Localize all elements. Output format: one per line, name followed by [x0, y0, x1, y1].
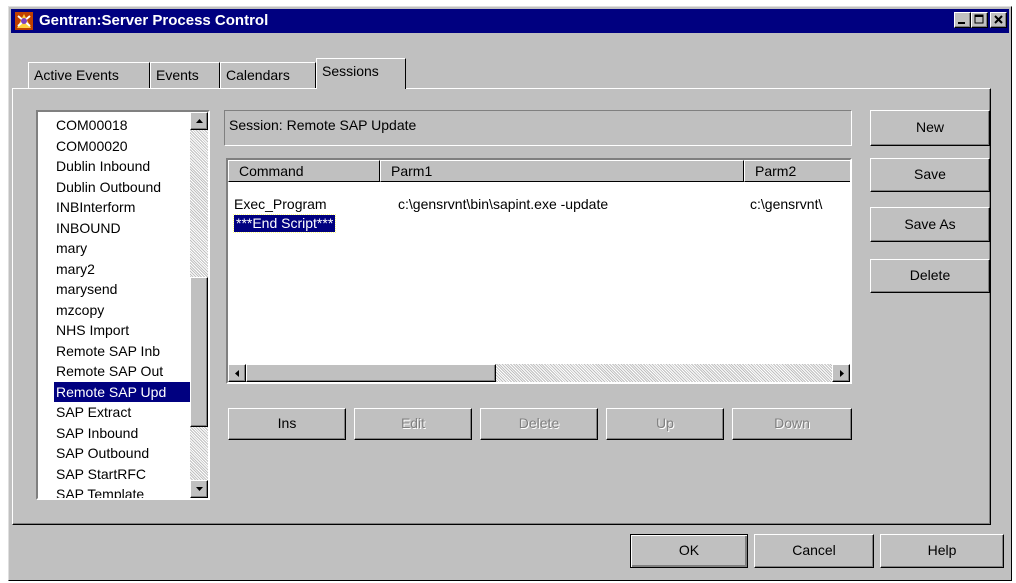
arrow-left-icon	[235, 370, 239, 377]
session-list-item[interactable]: SAP StartRFC	[54, 464, 190, 485]
tab-events[interactable]: Events	[150, 62, 220, 88]
column-header-command[interactable]: Command	[228, 160, 380, 182]
session-name-field: Session: Remote SAP Update	[224, 110, 852, 146]
session-list-item[interactable]: Remote SAP Upd	[54, 381, 190, 402]
scroll-thumb[interactable]	[190, 277, 208, 427]
session-list-item[interactable]: mary	[54, 238, 190, 259]
tab-active-events[interactable]: Active Events	[28, 62, 150, 88]
session-listbox[interactable]: COM00018 COM00020 Dublin Inbound Dublin Out…	[36, 110, 210, 500]
minimize-button[interactable]	[954, 12, 971, 28]
delete-session-button[interactable]: Delete	[870, 259, 990, 293]
session-list-item[interactable]: SAP Extract	[54, 402, 190, 423]
tab-sessions[interactable]: Sessions	[316, 58, 406, 89]
column-header-parm2[interactable]: Parm2	[744, 160, 850, 182]
window-title: Gentran:Server Process Control	[39, 12, 269, 29]
session-list-item[interactable]: Remote SAP Inb	[54, 341, 190, 362]
arrow-down-icon	[196, 487, 203, 491]
grid-cell-parm1[interactable]: c:\gensrvnt\bin\sapint.exe -update	[398, 196, 608, 212]
new-button[interactable]: New	[870, 110, 990, 146]
session-label: Session:	[229, 117, 283, 133]
session-list-item[interactable]: INBOUND	[54, 218, 190, 239]
session-list-item[interactable]: SAP Template	[54, 484, 190, 498]
session-list-item[interactable]: INBInterform	[54, 197, 190, 218]
session-field-text: Session: Remote SAP Update	[229, 117, 416, 133]
tab-calendars[interactable]: Calendars	[220, 62, 316, 88]
ok-button[interactable]: OK	[630, 534, 748, 568]
session-list-item[interactable]: COM00018	[54, 115, 190, 136]
session-list-item[interactable]: mary2	[54, 259, 190, 280]
session-list-item[interactable]: Remote SAP Out	[54, 361, 190, 382]
command-grid[interactable]: Command Parm1 Parm2 Exec_Program c:\gens…	[226, 158, 852, 384]
title-bar[interactable]: Gentran:Server Process Control	[11, 9, 1009, 33]
grid-cell-parm2[interactable]: c:\gensrvnt\	[750, 196, 848, 212]
close-icon	[994, 15, 1003, 24]
minimize-icon	[958, 22, 965, 24]
session-list-item[interactable]: Dublin Outbound	[54, 177, 190, 198]
session-list-item[interactable]: marysend	[54, 279, 190, 300]
hscroll-thumb[interactable]	[246, 364, 496, 382]
session-list-item[interactable]: SAP Outbound	[54, 443, 190, 464]
session-list-item[interactable]: SAP Inbound	[54, 423, 190, 444]
down-button: Down	[732, 408, 852, 440]
session-value: Remote SAP Update	[286, 117, 417, 133]
scroll-up-button[interactable]	[190, 112, 208, 130]
save-button[interactable]: Save	[870, 158, 990, 192]
maximize-icon	[974, 14, 984, 24]
arrow-up-icon	[196, 119, 203, 123]
grid-cell-command[interactable]: Exec_Program	[234, 196, 327, 212]
ins-button[interactable]: Ins	[228, 408, 346, 440]
maximize-button[interactable]	[971, 12, 988, 28]
column-header-parm1[interactable]: Parm1	[380, 160, 744, 182]
session-list-item[interactable]: Dublin Inbound	[54, 156, 190, 177]
gentran-app-icon	[15, 12, 33, 30]
session-list-item[interactable]: NHS Import	[54, 320, 190, 341]
scroll-down-button[interactable]	[190, 480, 208, 498]
session-list-item[interactable]: COM00020	[54, 136, 190, 157]
cancel-button[interactable]: Cancel	[754, 534, 874, 568]
edit-button: Edit	[354, 408, 472, 440]
delete-command-button: Delete	[480, 408, 598, 440]
session-list-item[interactable]: mzcopy	[54, 300, 190, 321]
session-list: COM00018 COM00020 Dublin Inbound Dublin Out…	[54, 115, 190, 498]
session-list-scrollbar[interactable]	[190, 112, 208, 498]
arrow-right-icon	[840, 370, 844, 377]
save-as-button[interactable]: Save As	[870, 207, 990, 242]
up-button: Up	[606, 408, 724, 440]
scroll-left-button[interactable]	[228, 364, 246, 382]
command-grid-hscrollbar[interactable]	[228, 364, 850, 382]
close-button[interactable]	[990, 12, 1007, 28]
grid-cell-end-script[interactable]: ***End Script***	[232, 214, 337, 233]
scroll-right-button[interactable]	[832, 364, 850, 382]
help-button[interactable]: Help	[880, 534, 1004, 568]
